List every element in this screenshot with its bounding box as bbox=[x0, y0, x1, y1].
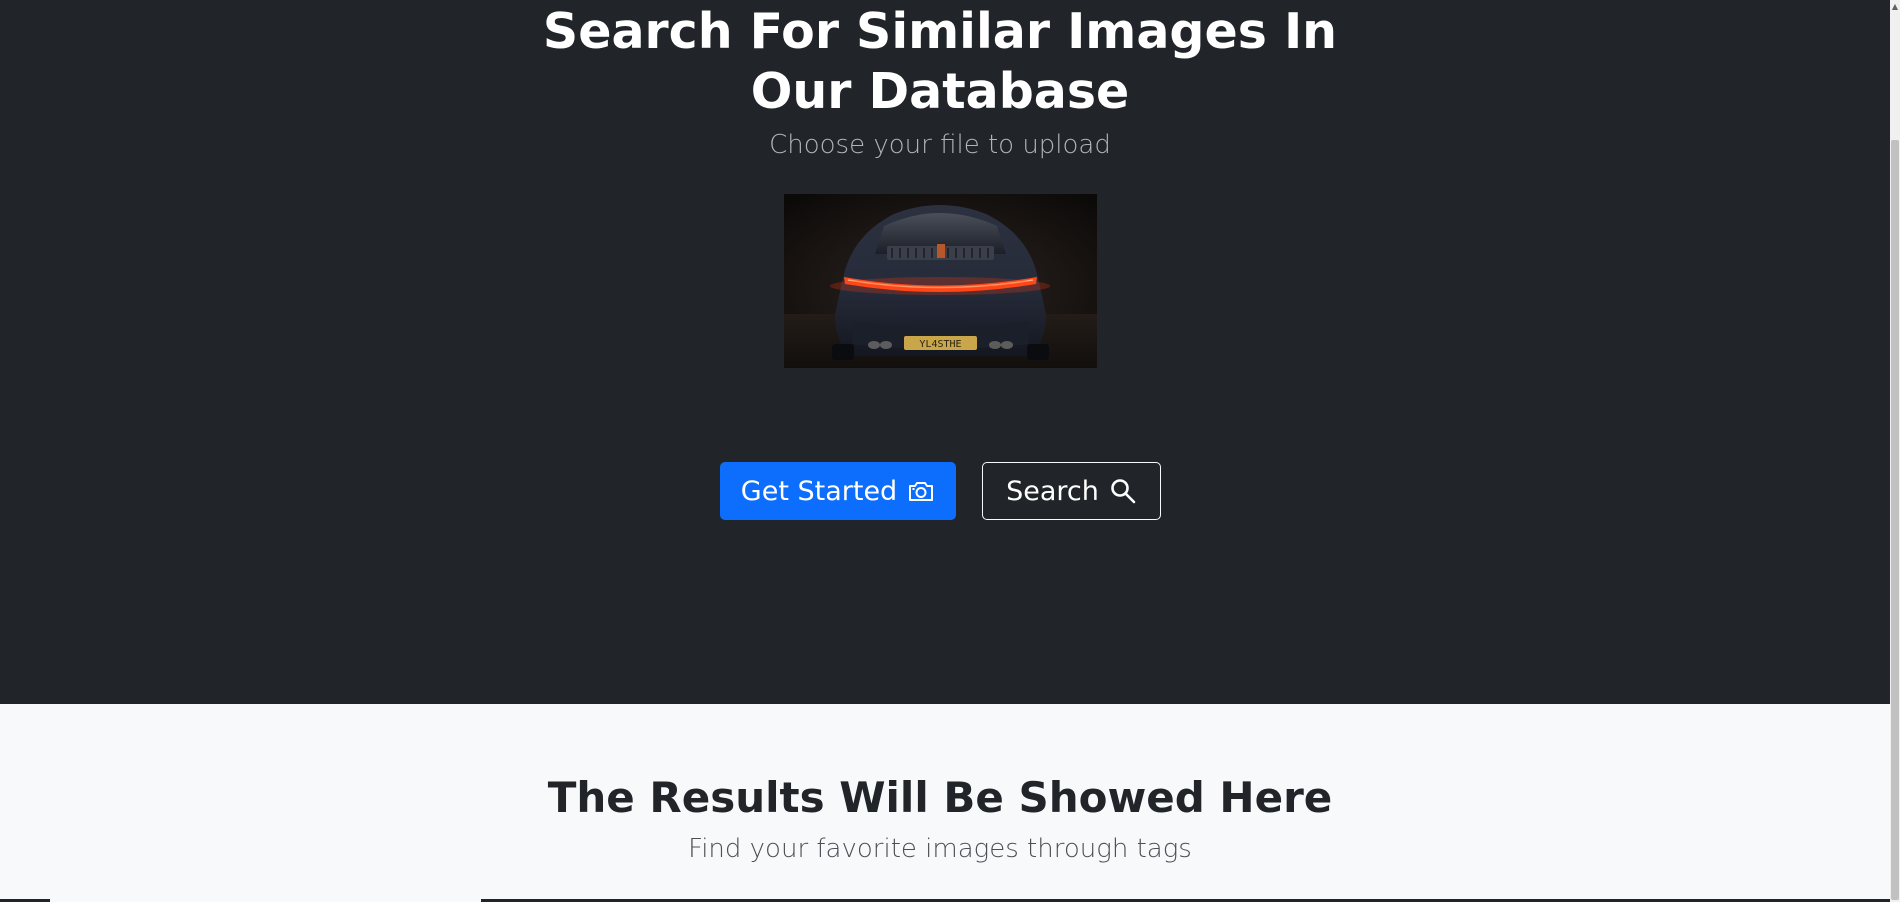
license-plate-text: YL4STHE bbox=[919, 339, 961, 350]
page-scrollbar[interactable]: ▲ bbox=[1890, 0, 1900, 902]
search-icon bbox=[1109, 477, 1137, 505]
page-title-line-1: Search For Similar Images In bbox=[542, 3, 1338, 60]
hero-section: Search For Similar Images In Our Databas… bbox=[0, 0, 1890, 704]
upload-subtitle: Choose your file to upload bbox=[769, 130, 1111, 160]
scroll-up-arrow-icon[interactable]: ▲ bbox=[1891, 2, 1899, 12]
search-button[interactable]: Search bbox=[982, 462, 1161, 520]
results-title: The Results Will Be Showed Here bbox=[547, 773, 1333, 822]
car-rear-image: YL4STHE bbox=[784, 194, 1097, 368]
results-subtitle: Find your favorite images through tags bbox=[688, 834, 1192, 864]
uploaded-image-preview: YL4STHE bbox=[784, 194, 1097, 368]
get-started-label: Get Started bbox=[740, 475, 898, 507]
search-label: Search bbox=[1006, 475, 1099, 507]
scrollbar-thumb[interactable] bbox=[1891, 140, 1899, 900]
camera-icon bbox=[907, 479, 935, 503]
get-started-button[interactable]: Get Started bbox=[720, 462, 956, 520]
page-title: Search For Similar Images In Our Databas… bbox=[0, 2, 1880, 122]
page-title-line-2: Our Database bbox=[750, 63, 1130, 120]
